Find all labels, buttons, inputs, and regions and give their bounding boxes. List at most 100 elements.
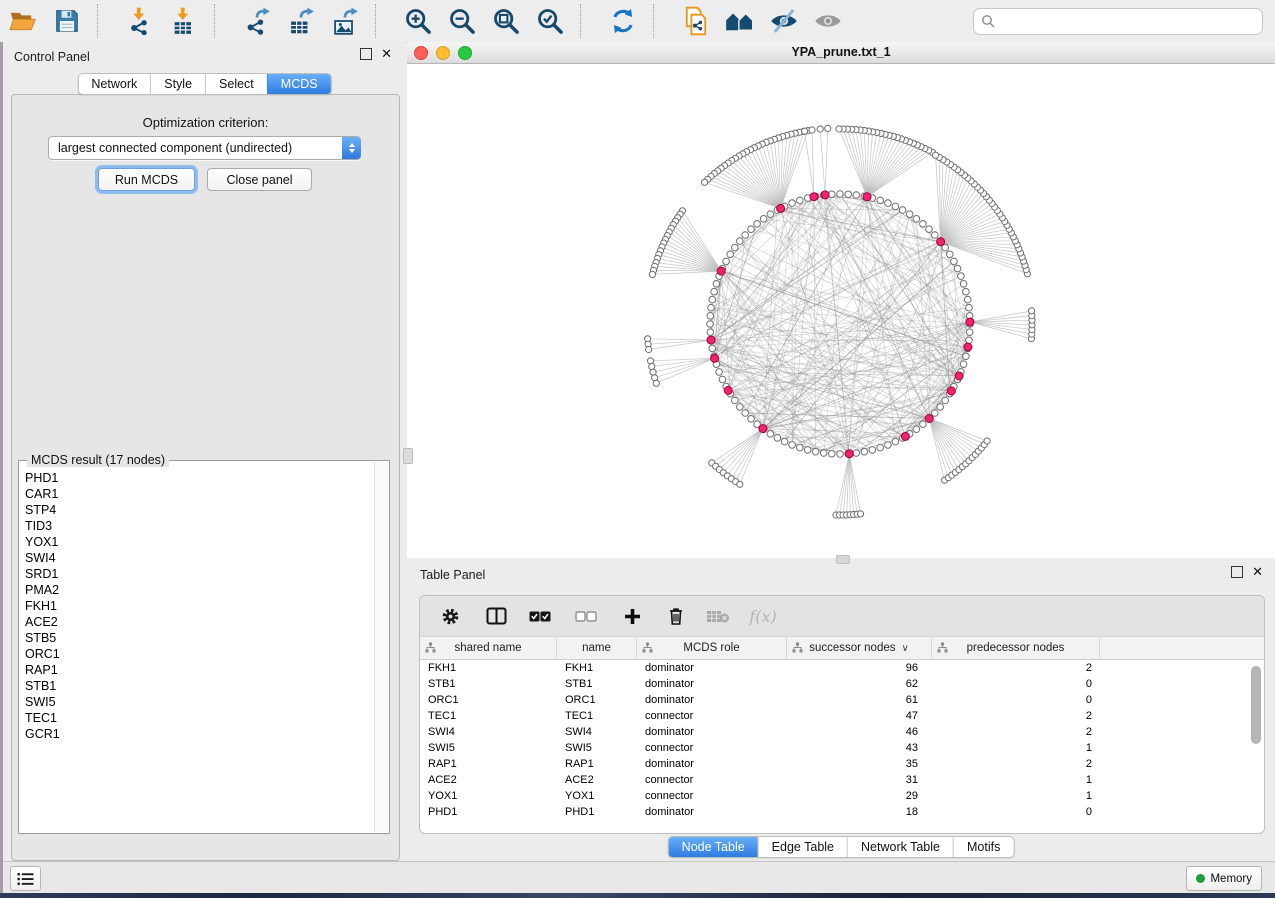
network-mcds-node[interactable] (947, 387, 955, 395)
network-mcds-node[interactable] (901, 432, 909, 440)
network-mcds-node[interactable] (863, 193, 871, 201)
search-input[interactable] (999, 10, 1262, 32)
table-cell[interactable]: connector (637, 788, 787, 804)
network-mcds-node[interactable] (845, 450, 853, 458)
zoom-in-icon[interactable] (403, 5, 433, 37)
network-node[interactable] (837, 451, 844, 458)
mcds-result-item[interactable]: SWI4 (20, 550, 375, 566)
optimization-criterion-dropdown[interactable]: largest connected component (undirected) (48, 136, 361, 160)
network-node[interactable] (932, 232, 939, 239)
network-node[interactable] (960, 281, 967, 288)
mcds-result-item[interactable]: SRD1 (20, 566, 375, 582)
network-node[interactable] (899, 207, 906, 214)
hide-selected-icon[interactable] (769, 5, 799, 37)
network-node[interactable] (737, 404, 744, 411)
network-node[interactable] (732, 244, 739, 251)
float-panel-icon[interactable] (360, 48, 372, 60)
table-cell[interactable]: 1 (932, 788, 1100, 804)
export-table-icon[interactable] (286, 5, 316, 37)
table-cell[interactable]: FKH1 (557, 660, 637, 676)
network-node[interactable] (719, 376, 726, 383)
table-tab-network-table[interactable]: Network Table (847, 837, 953, 857)
network-node[interactable] (947, 251, 954, 258)
network-canvas[interactable] (407, 64, 1275, 558)
table-cell[interactable]: YOX1 (557, 788, 637, 804)
network-node[interactable] (984, 438, 990, 444)
table-row[interactable]: PHD1PHD1dominator180 (420, 804, 1264, 820)
table-row[interactable]: SWI4SWI4dominator462 (420, 724, 1264, 740)
network-mcds-node[interactable] (966, 318, 974, 326)
network-node[interactable] (853, 192, 860, 199)
mcds-result-item[interactable]: GCR1 (20, 726, 375, 742)
table-row[interactable]: RAP1RAP1dominator352 (420, 756, 1264, 772)
run-mcds-button[interactable]: Run MCDS (98, 168, 195, 191)
network-node[interactable] (797, 444, 804, 451)
network-mcds-node[interactable] (937, 238, 945, 246)
network-node[interactable] (845, 191, 852, 198)
network-node[interactable] (809, 127, 815, 133)
network-node[interactable] (825, 125, 831, 131)
network-node[interactable] (877, 444, 884, 451)
export-network-icon[interactable] (242, 5, 272, 37)
table-cell[interactable]: 47 (787, 708, 932, 724)
table-cell[interactable]: PHD1 (420, 804, 557, 820)
network-node[interactable] (837, 191, 844, 198)
network-node[interactable] (713, 281, 720, 288)
network-node[interactable] (748, 226, 755, 233)
network-node[interactable] (767, 211, 774, 218)
network-node[interactable] (707, 313, 714, 320)
table-cell[interactable]: 2 (932, 724, 1100, 740)
export-image-icon[interactable] (330, 5, 360, 37)
network-node[interactable] (853, 450, 860, 457)
network-node[interactable] (966, 337, 973, 344)
table-cell[interactable]: ACE2 (420, 772, 557, 788)
table-row[interactable]: TEC1TEC1connector472 (420, 708, 1264, 724)
network-node[interactable] (709, 296, 716, 303)
network-node[interactable] (906, 211, 913, 218)
table-row[interactable]: FKH1FKH1dominator962 (420, 660, 1264, 676)
network-node[interactable] (707, 329, 714, 336)
network-node[interactable] (885, 442, 892, 449)
table-cell[interactable]: ORC1 (420, 692, 557, 708)
table-tab-motifs[interactable]: Motifs (953, 837, 1013, 857)
network-node[interactable] (963, 288, 970, 295)
mcds-list-scrollbar[interactable] (374, 462, 388, 832)
network-node[interactable] (711, 288, 718, 295)
table-cell[interactable]: ORC1 (557, 692, 637, 708)
network-node[interactable] (836, 126, 842, 132)
network-node[interactable] (709, 345, 716, 352)
table-cell[interactable]: 0 (932, 676, 1100, 692)
delete-column-icon[interactable] (664, 604, 688, 628)
table-cell[interactable]: FKH1 (420, 660, 557, 676)
save-icon[interactable] (52, 5, 82, 37)
table-cell[interactable]: 18 (787, 804, 932, 820)
mcds-result-item[interactable]: PHD1 (20, 470, 375, 486)
column-header-shared-name[interactable]: shared name (420, 637, 557, 659)
vertical-splitter-grip[interactable] (403, 448, 413, 464)
table-cell[interactable]: 0 (932, 804, 1100, 820)
table-cell[interactable]: dominator (637, 804, 787, 820)
table-cell[interactable]: 46 (787, 724, 932, 740)
network-node[interactable] (963, 353, 970, 360)
network-node[interactable] (754, 221, 761, 228)
deselect-all-columns-icon[interactable] (574, 604, 598, 628)
network-node[interactable] (869, 447, 876, 454)
show-all-icon[interactable] (813, 5, 843, 37)
table-row[interactable]: ACE2ACE2connector311 (420, 772, 1264, 788)
network-node[interactable] (861, 448, 868, 455)
close-panel-icon[interactable]: ✕ (381, 48, 392, 60)
table-cell[interactable]: connector (637, 772, 787, 788)
table-cell[interactable]: 29 (787, 788, 932, 804)
network-node[interactable] (877, 197, 884, 204)
table-cell[interactable]: 31 (787, 772, 932, 788)
network-mcds-node[interactable] (955, 372, 963, 380)
network-mcds-node[interactable] (717, 267, 725, 275)
network-node[interactable] (732, 397, 739, 404)
table-row[interactable]: SWI5SWI5connector431 (420, 740, 1264, 756)
network-node[interactable] (781, 438, 788, 445)
table-row[interactable]: STB1STB1dominator620 (420, 676, 1264, 692)
network-node[interactable] (964, 296, 971, 303)
network-node[interactable] (920, 221, 927, 228)
tab-select[interactable]: Select (205, 74, 267, 94)
network-node[interactable] (942, 397, 949, 404)
